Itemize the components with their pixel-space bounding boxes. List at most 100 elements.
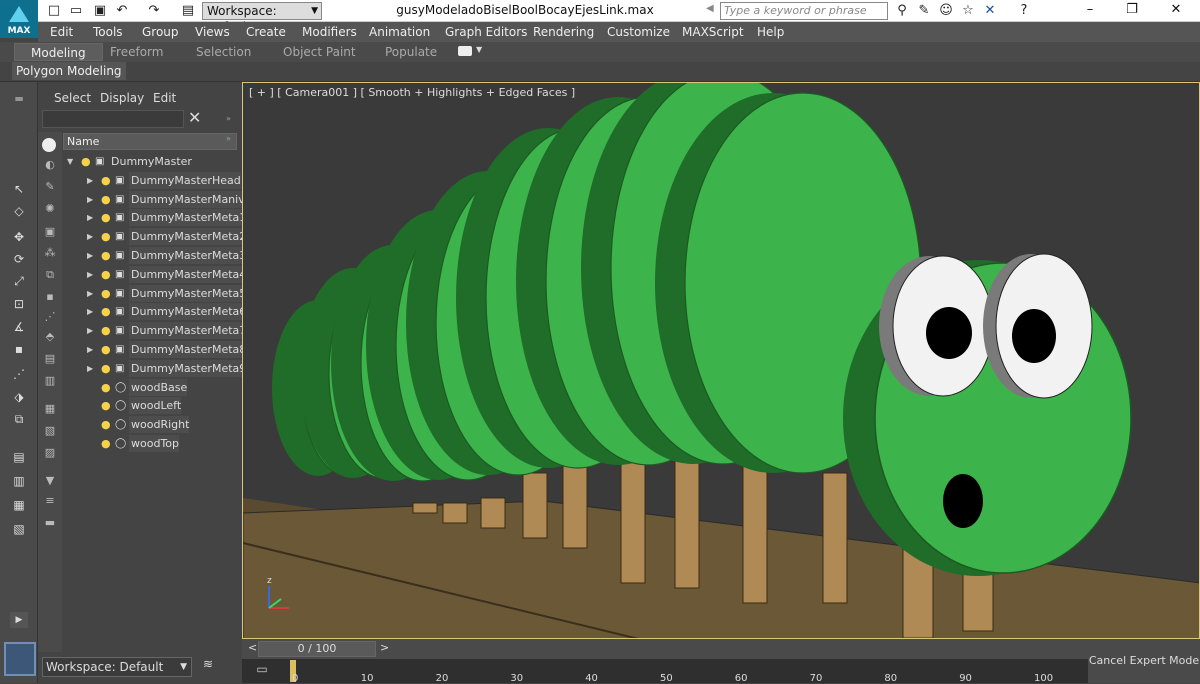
expand-arrow-icon[interactable]: ▶ (87, 359, 93, 378)
visibility-bulb-icon[interactable]: ● (101, 340, 111, 359)
menu-customize[interactable]: Customize (607, 25, 670, 39)
expand-arrow-icon[interactable]: ▶ (87, 284, 93, 303)
tree-row[interactable]: ▶ ● ▣ DummyMasterMeta9 (63, 359, 247, 378)
tree-row[interactable]: ▶ ● ▣ DummyMasterManivela (63, 190, 262, 209)
explorer-menu-edit[interactable]: Edit (153, 91, 176, 105)
select-scale-icon[interactable]: ⤢ (10, 274, 28, 288)
explorer-menu-select[interactable]: Select (54, 91, 91, 105)
filter-icon[interactable]: ▼ (42, 474, 58, 488)
select-move-icon[interactable]: ✥ (10, 230, 28, 244)
expand-arrow-icon[interactable]: ▶ (87, 340, 93, 359)
tree-row[interactable]: ● ◯ woodBase (63, 378, 237, 397)
expand-arrow-icon[interactable]: ▶ (87, 302, 93, 321)
expand-toolbar-button[interactable]: ▶ (10, 612, 28, 628)
close-button[interactable]: ✕ (1156, 2, 1196, 20)
app-logo[interactable]: MAX (0, 0, 38, 38)
tree-row[interactable]: ● ◯ woodLeft (63, 396, 237, 415)
tree-row[interactable]: ▼ ● ▣ DummyMaster (63, 152, 237, 171)
display-influences-icon[interactable]: ▨ (42, 446, 58, 460)
menu-create[interactable]: Create (246, 25, 286, 39)
visibility-bulb-icon[interactable]: ● (101, 321, 111, 340)
expand-arrow-icon[interactable]: ▶ (87, 190, 93, 209)
tab-modeling[interactable]: Modeling (14, 43, 103, 61)
binoculars-icon[interactable]: ⚲ (894, 3, 910, 19)
visibility-bulb-icon[interactable]: ● (101, 171, 111, 190)
menu-edit[interactable]: Edit (50, 25, 73, 39)
restore-button[interactable]: ❐ (1112, 2, 1152, 20)
favorites-star-icon[interactable]: ☆ (960, 3, 976, 19)
prev-frame-button[interactable]: < (248, 641, 257, 654)
undo-icon[interactable]: ↶ (114, 3, 130, 19)
align-icon[interactable]: ⬗ (10, 390, 28, 404)
mirror-icon[interactable]: ⋰ (10, 367, 28, 381)
search-input[interactable]: Type a keyword or phrase (720, 2, 888, 20)
visibility-bulb-icon[interactable]: ● (101, 415, 111, 434)
visibility-bulb-icon[interactable]: ● (101, 227, 111, 246)
workspace-select[interactable]: Workspace: Default▼ (202, 2, 322, 34)
workspace-bottom-select[interactable]: Workspace: Default ▼ (42, 657, 192, 677)
display-containers-icon[interactable]: ▤ (42, 352, 58, 366)
tree-row[interactable]: ▶ ● ▣ DummyMasterMeta8 (63, 340, 247, 359)
display-children-icon[interactable]: ▧ (42, 424, 58, 438)
user-icon[interactable]: ☺ (938, 3, 954, 19)
tree-row[interactable]: ▶ ● ▣ DummyMasterMeta1 (63, 208, 247, 227)
visibility-bulb-icon[interactable]: ● (101, 284, 111, 303)
tree-row[interactable]: ● ◯ woodRight (63, 415, 237, 434)
polygon-modeling-label[interactable]: Polygon Modeling (12, 62, 126, 80)
ribbon-options-icon[interactable] (458, 46, 472, 56)
visibility-bulb-icon[interactable]: ● (101, 378, 111, 397)
viewport-label[interactable]: [ + ] [ Camera001 ] [ Smooth + Highlight… (249, 86, 575, 99)
tree-row[interactable]: ▶ ● ▣ DummyMasterMeta7 (63, 321, 247, 340)
expand-arrow-icon[interactable]: ▶ (87, 227, 93, 246)
column-header-name[interactable]: Name (63, 133, 237, 150)
expand-search-icon[interactable]: ◀ (706, 3, 714, 14)
schematic-icon[interactable]: ▥ (10, 474, 28, 488)
display-shapes-icon[interactable]: ✎ (42, 180, 58, 194)
expand-arrow-icon[interactable]: ▶ (87, 171, 93, 190)
next-frame-button[interactable]: > (380, 641, 389, 654)
display-groups-icon[interactable]: ▪ (42, 290, 58, 304)
save-icon[interactable]: ▣ (92, 3, 108, 19)
tab-freeform[interactable]: Freeform (110, 45, 163, 59)
select-rotate-icon[interactable]: ⟳ (10, 252, 28, 266)
explorer-search-input[interactable] (42, 110, 184, 128)
exchange-icon[interactable]: ✕ (982, 3, 998, 19)
camera-viewport[interactable]: z [ + ] [ Camera001 ] [ Smooth + Highlig… (242, 82, 1200, 639)
tree-row[interactable]: ▶ ● ▣ DummyMasterMeta3 (63, 246, 247, 265)
chevron-down-icon[interactable]: ▼ (476, 45, 482, 54)
render-setup-icon[interactable]: ▧ (10, 522, 28, 536)
layer-manager-icon[interactable]: ▬ (42, 516, 58, 530)
display-xrefs-icon[interactable]: ⋰ (42, 310, 58, 324)
open-folder-icon[interactable]: ▭ (68, 3, 84, 19)
select-all-icon[interactable]: ≡ (42, 494, 58, 508)
menu-tools[interactable]: Tools (93, 25, 123, 39)
tree-row[interactable]: ▶ ● ▣ DummyMasterMeta2 (63, 227, 247, 246)
visibility-bulb-icon[interactable]: ● (101, 208, 111, 227)
new-file-icon[interactable]: □ (46, 3, 62, 19)
menu-maxscript[interactable]: MAXScript (682, 25, 744, 39)
display-frozen-icon[interactable]: ▥ (42, 374, 58, 388)
display-all-icon[interactable] (42, 138, 56, 152)
menu-views[interactable]: Views (195, 25, 230, 39)
select-object-icon[interactable]: ↖ (10, 182, 28, 196)
angle-snap-icon[interactable]: ∡ (10, 320, 28, 334)
tree-row[interactable]: ▶ ● ▣ DummyMasterMeta5 (63, 284, 247, 303)
display-geometry-icon[interactable]: ◐ (42, 158, 58, 172)
cancel-expert-mode-button[interactable]: Cancel Expert Mode (1088, 639, 1200, 683)
minimize-button[interactable]: – (1070, 2, 1110, 20)
project-folder-icon[interactable]: ▤ (180, 3, 196, 19)
visibility-bulb-icon[interactable]: ● (101, 434, 111, 453)
expand-arrow-icon[interactable]: ▶ (87, 246, 93, 265)
tree-row[interactable]: ● ◯ woodTop (63, 434, 237, 453)
wrench-icon[interactable]: ✎ (916, 3, 932, 19)
visibility-bulb-icon[interactable]: ● (101, 359, 111, 378)
display-warps-icon[interactable]: ⧉ (42, 268, 58, 282)
percent-snap-icon[interactable]: ▪ (10, 342, 28, 356)
menu-rendering[interactable]: Rendering (533, 25, 594, 39)
visibility-bulb-icon[interactable]: ● (81, 152, 91, 171)
mini-curve-editor-icon[interactable]: ▭ (252, 662, 272, 680)
tab-selection[interactable]: Selection (196, 45, 251, 59)
help-icon[interactable]: ? (1016, 3, 1032, 19)
tree-row[interactable]: ▶ ● ▣ DummyMasterHead (63, 171, 241, 190)
visibility-bulb-icon[interactable]: ● (101, 302, 111, 321)
